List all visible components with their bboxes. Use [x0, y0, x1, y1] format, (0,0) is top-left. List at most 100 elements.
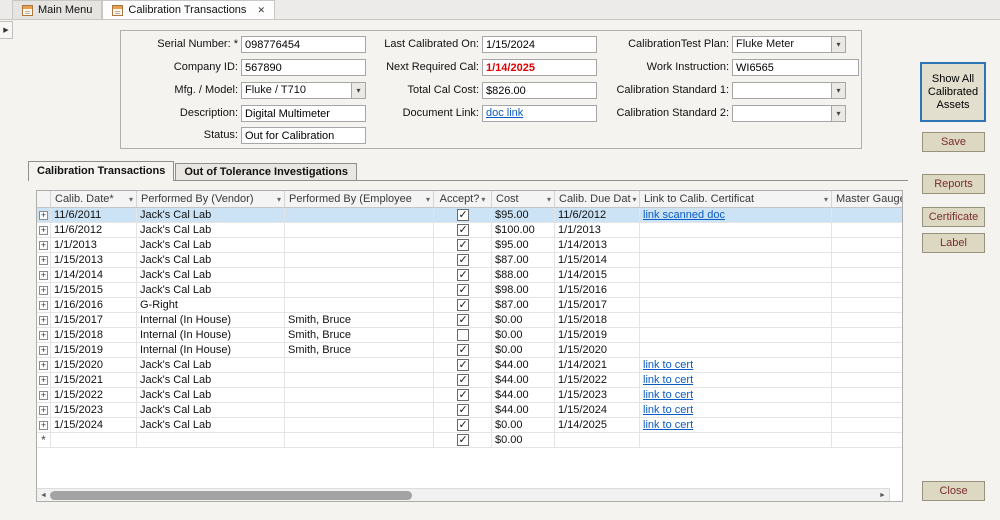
expand-subdatasheet-icon[interactable]: + [39, 390, 48, 400]
cell-accept[interactable] [434, 433, 492, 447]
cell-certificate-link[interactable] [640, 238, 832, 252]
cell-accept[interactable] [434, 268, 492, 282]
grid-row[interactable]: +1/15/2022Jack's Cal Lab $44.001/15/2023l… [37, 388, 902, 403]
mfg-model-combobox[interactable]: Fluke / T710 [241, 82, 366, 99]
cell-accept[interactable] [434, 253, 492, 267]
cell-accept[interactable] [434, 358, 492, 372]
accept-checkbox[interactable] [456, 418, 469, 432]
chevron-down-icon[interactable] [351, 83, 365, 98]
cell-cost[interactable]: $0.00 [492, 328, 555, 342]
column-filter-icon[interactable] [275, 193, 281, 205]
select-all-corner[interactable] [37, 191, 51, 207]
cell-certificate-link[interactable]: link scanned doc [640, 208, 832, 222]
column-filter-icon[interactable] [479, 193, 485, 205]
row-expand-cell[interactable]: + [37, 268, 51, 282]
cell-performed-by-employee[interactable] [285, 208, 434, 222]
cell-master-gauges[interactable] [832, 253, 902, 267]
cell-performed-by-vendor[interactable]: Jack's Cal Lab [137, 208, 285, 222]
chevron-down-icon[interactable] [831, 83, 845, 98]
row-expand-cell[interactable]: + [37, 238, 51, 252]
cell-performed-by-vendor[interactable]: Jack's Cal Lab [137, 358, 285, 372]
expand-subdatasheet-icon[interactable]: + [39, 300, 48, 310]
cell-performed-by-vendor[interactable]: Internal (In House) [137, 313, 285, 327]
cell-performed-by-vendor[interactable]: Jack's Cal Lab [137, 373, 285, 387]
cell-certificate-link[interactable]: link to cert [640, 373, 832, 387]
certificate-button[interactable]: Certificate [922, 207, 985, 227]
company-id-input[interactable] [241, 59, 366, 76]
cell-accept[interactable] [434, 403, 492, 417]
cell-calib-date[interactable]: 1/15/2023 [51, 403, 137, 417]
work-instruction-input[interactable] [732, 59, 859, 76]
grid-row[interactable]: +1/1/2013Jack's Cal Lab $95.001/14/2013 [37, 238, 902, 253]
cell-master-gauges[interactable] [832, 343, 902, 357]
cell-master-gauges[interactable] [832, 433, 902, 447]
cell-cost[interactable]: $87.00 [492, 298, 555, 312]
cell-performed-by-employee[interactable]: Smith, Bruce [285, 328, 434, 342]
certificate-link[interactable]: link to cert [643, 359, 693, 371]
accept-checkbox[interactable] [456, 238, 469, 252]
tab-calibration-transactions[interactable]: Calibration Transactions [102, 0, 275, 19]
cell-performed-by-employee[interactable]: Smith, Bruce [285, 343, 434, 357]
cell-calib-date[interactable]: 1/15/2021 [51, 373, 137, 387]
expand-subdatasheet-icon[interactable]: + [39, 420, 48, 430]
row-expand-cell[interactable]: + [37, 418, 51, 432]
last-calibrated-input[interactable] [482, 36, 597, 53]
cell-performed-by-employee[interactable] [285, 238, 434, 252]
cell-cost[interactable]: $44.00 [492, 358, 555, 372]
scrollbar-thumb[interactable] [50, 491, 412, 500]
grid-row[interactable]: +1/15/2024Jack's Cal Lab $0.001/14/2025li… [37, 418, 902, 433]
serial-number-input[interactable] [241, 36, 366, 53]
cell-certificate-link[interactable] [640, 433, 832, 447]
row-expand-cell[interactable]: + [37, 343, 51, 357]
cell-certificate-link[interactable] [640, 253, 832, 267]
cell-performed-by-employee[interactable] [285, 358, 434, 372]
grid-row[interactable]: +1/15/2013Jack's Cal Lab $87.001/15/2014 [37, 253, 902, 268]
cell-master-gauges[interactable] [832, 403, 902, 417]
column-header-link-to-calib-certificate[interactable]: Link to Calib. Certificat [640, 191, 832, 207]
row-expand-cell[interactable]: + [37, 403, 51, 417]
cell-accept[interactable] [434, 208, 492, 222]
cell-cost[interactable]: $44.00 [492, 388, 555, 402]
cell-master-gauges[interactable] [832, 373, 902, 387]
cal-standard-2-combobox[interactable] [732, 105, 846, 122]
row-expand-cell[interactable]: + [37, 313, 51, 327]
expand-subdatasheet-icon[interactable]: + [39, 210, 48, 220]
accept-checkbox[interactable] [456, 373, 469, 387]
cell-calib-due-date[interactable]: 1/15/2019 [555, 328, 640, 342]
column-header-master-gauges[interactable]: Master Gauges [832, 191, 902, 207]
cell-performed-by-employee[interactable] [285, 418, 434, 432]
grid-row[interactable]: +1/15/2023Jack's Cal Lab $44.001/15/2024l… [37, 403, 902, 418]
accept-checkbox[interactable] [456, 388, 469, 402]
cell-calib-date[interactable]: 1/16/2016 [51, 298, 137, 312]
cell-calib-date[interactable]: 11/6/2011 [51, 208, 137, 222]
cell-certificate-link[interactable] [640, 343, 832, 357]
row-expand-cell[interactable]: + [37, 253, 51, 267]
cell-calib-date[interactable]: 1/15/2022 [51, 388, 137, 402]
cell-performed-by-vendor[interactable]: Jack's Cal Lab [137, 388, 285, 402]
grid-row[interactable]: +11/6/2012Jack's Cal Lab $100.001/1/2013 [37, 223, 902, 238]
cell-performed-by-vendor[interactable]: Jack's Cal Lab [137, 253, 285, 267]
accept-checkbox[interactable] [456, 223, 469, 237]
cell-calib-due-date[interactable]: 1/14/2015 [555, 268, 640, 282]
total-cost-input[interactable] [482, 82, 597, 99]
tab-main-menu[interactable]: Main Menu [12, 0, 103, 19]
cell-accept[interactable] [434, 328, 492, 342]
cell-accept[interactable] [434, 298, 492, 312]
cell-calib-due-date[interactable] [555, 433, 640, 447]
column-header-performed-by-vendor[interactable]: Performed By (Vendor) [137, 191, 285, 207]
cell-master-gauges[interactable] [832, 298, 902, 312]
cell-cost[interactable]: $0.00 [492, 313, 555, 327]
close-button[interactable]: Close [922, 481, 985, 501]
cell-performed-by-employee[interactable] [285, 388, 434, 402]
cell-cost[interactable]: $0.00 [492, 418, 555, 432]
cell-accept[interactable] [434, 388, 492, 402]
cell-calib-date[interactable]: 1/15/2017 [51, 313, 137, 327]
cell-cost[interactable]: $44.00 [492, 403, 555, 417]
cell-master-gauges[interactable] [832, 388, 902, 402]
nav-pane-expand-icon[interactable] [0, 21, 13, 39]
grid-new-record-row[interactable]: * $0.00 [37, 433, 902, 448]
column-filter-icon[interactable] [631, 193, 637, 205]
column-header-performed-by-employee[interactable]: Performed By (Employee [285, 191, 434, 207]
expand-subdatasheet-icon[interactable]: + [39, 405, 48, 415]
cell-calib-date[interactable] [51, 433, 137, 447]
